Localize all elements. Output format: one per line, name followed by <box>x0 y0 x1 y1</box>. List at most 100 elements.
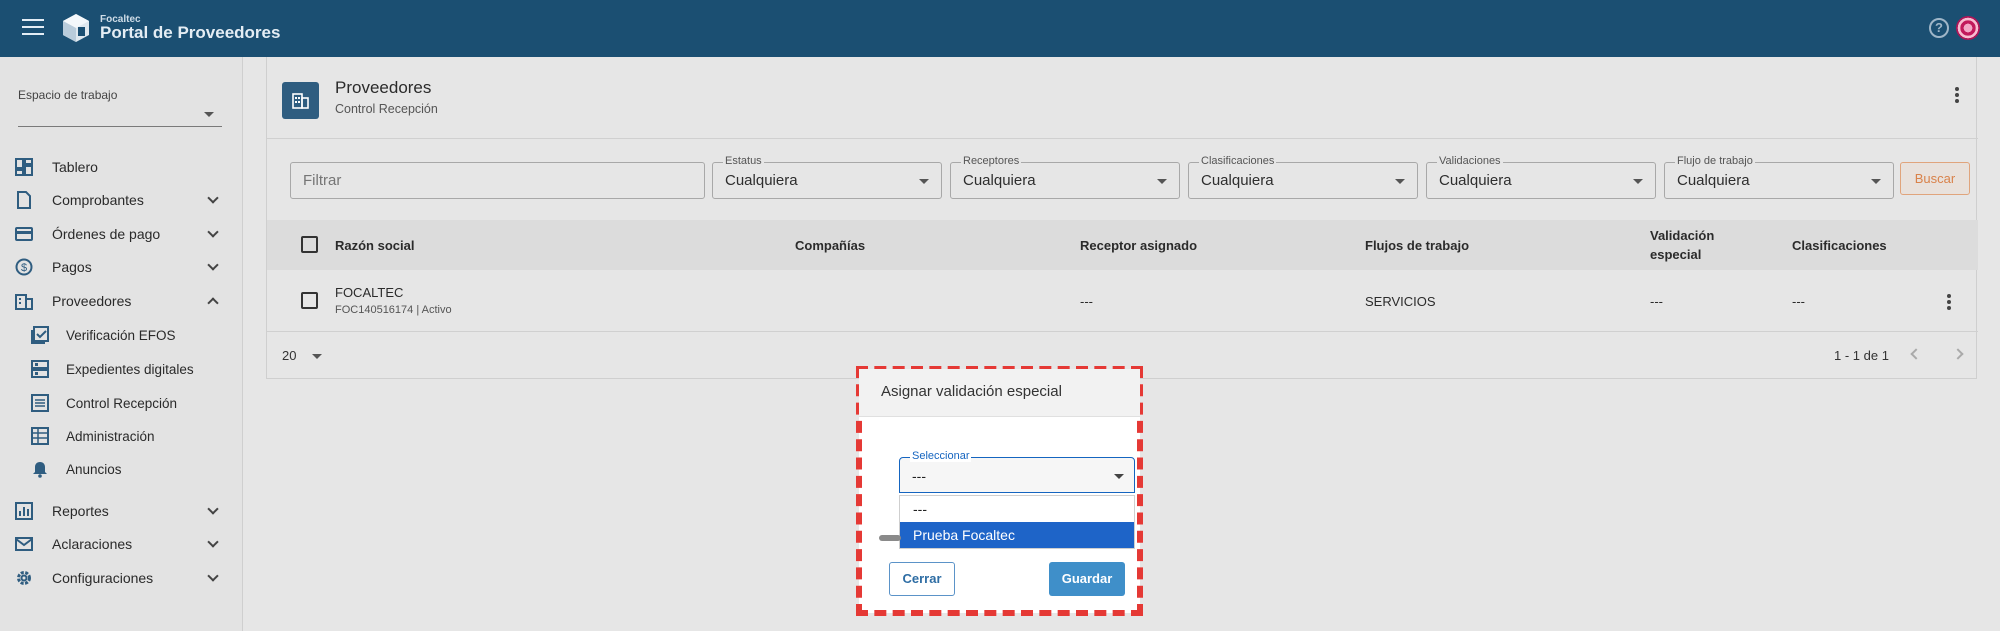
chevron-down-icon <box>207 503 219 515</box>
scrollbar[interactable] <box>879 535 901 541</box>
dropdown-option-selected[interactable]: Prueba Focaltec <box>900 522 1134 548</box>
field-label: Clasificaciones <box>1199 155 1277 167</box>
sidebar-item-pagos[interactable]: $ Pagos <box>0 252 242 282</box>
chevron-down-icon <box>207 226 219 238</box>
app-title: Portal de Proveedores <box>100 23 281 42</box>
chevron-down-icon <box>207 259 219 271</box>
field-label: Validaciones <box>1437 155 1503 167</box>
sidebar-item-administracion[interactable]: Administración <box>0 421 242 451</box>
check-box-icon <box>31 326 49 344</box>
page-size-select[interactable]: 20 <box>282 348 322 363</box>
svg-text:$: $ <box>21 262 27 274</box>
sidebar-item-label: Comprobantes <box>52 192 144 208</box>
sidebar-item-label: Expedientes digitales <box>66 361 194 377</box>
workspace-select[interactable] <box>18 101 222 127</box>
help-icon[interactable]: ? <box>1929 18 1949 38</box>
column-header[interactable]: Flujos de trabajo <box>1365 238 1469 253</box>
sidebar-item-label: Configuraciones <box>52 570 154 586</box>
sidebar-item-label: Anuncios <box>66 461 122 477</box>
building-icon <box>282 82 319 119</box>
sidebar-item-label: Tablero <box>52 159 98 175</box>
chevron-right-icon[interactable] <box>1952 348 1964 360</box>
receptores-select[interactable]: Receptores Cualquiera <box>950 155 1180 199</box>
sidebar-item-verificacion-efos[interactable]: Verificación EFOS <box>0 320 242 350</box>
sidebar-item-label: Control Recepción <box>66 395 178 411</box>
sidebar-item-reportes[interactable]: Reportes <box>0 496 242 526</box>
dashboard-icon <box>15 158 33 176</box>
column-header: especial <box>1650 247 1702 262</box>
filter-input[interactable] <box>290 162 705 199</box>
more-vert-icon[interactable] <box>1955 87 1959 103</box>
sidebar-item-label: Aclaraciones <box>52 536 133 552</box>
page-title: Proveedores <box>335 78 432 97</box>
menu-icon[interactable] <box>22 19 44 37</box>
sidebar-item-label: Administración <box>66 428 155 444</box>
column-header[interactable]: Compañías <box>795 238 865 253</box>
gear-icon <box>17 571 31 585</box>
dialog-header: Asignar validación especial <box>859 369 1140 417</box>
close-button[interactable]: Cerrar <box>889 562 955 596</box>
status-select[interactable]: Estatus Cualquiera <box>712 155 942 199</box>
sidebar-item-configuraciones[interactable]: Configuraciones <box>0 563 242 593</box>
chevron-up-icon <box>207 297 219 309</box>
dialog-title: Asignar validación especial <box>881 383 1062 400</box>
sidebar-item-proveedores[interactable]: Proveedores <box>0 286 242 316</box>
assign-validation-dialog: Asignar validación especial Seleccionar … <box>856 366 1143 616</box>
sidebar-item-aclaraciones[interactable]: Aclaraciones <box>0 529 242 559</box>
building-icon <box>15 294 33 310</box>
sidebar-item-ordenes[interactable]: Órdenes de pago <box>0 219 242 249</box>
row-receiver: --- <box>1080 294 1093 309</box>
avatar[interactable] <box>1956 16 1980 40</box>
field-value: Cualquiera <box>1439 172 1512 189</box>
column-header[interactable]: Clasificaciones <box>1792 238 1887 253</box>
sidebar-item-label: Reportes <box>52 503 109 519</box>
sidebar-item-tablero[interactable]: Tablero <box>0 152 242 182</box>
table-row[interactable]: FOCALTEC FOC140516174 | Activo --- SERVI… <box>267 270 1978 332</box>
field-value: Cualquiera <box>963 172 1036 189</box>
chevron-down-icon <box>207 192 219 204</box>
field-label: Receptores <box>961 155 1022 167</box>
flujo-trabajo-select[interactable]: Flujo de trabajo Cualquiera <box>1664 155 1894 199</box>
row-workflows: SERVICIOS <box>1365 294 1436 309</box>
validaciones-select[interactable]: Validaciones Cualquiera <box>1426 155 1656 199</box>
dropdown-list: --- Prueba Focaltec <box>899 495 1135 549</box>
more-vert-icon[interactable] <box>1947 294 1951 312</box>
chevron-left-icon[interactable] <box>1910 348 1922 360</box>
chart-icon <box>15 502 33 520</box>
row-checkbox[interactable] <box>301 292 318 309</box>
field-label: Seleccionar <box>910 450 972 462</box>
column-header[interactable]: Razón social <box>335 238 414 253</box>
workspace-label: Espacio de trabajo <box>18 88 118 102</box>
caret-down-icon <box>1633 179 1643 184</box>
validation-select[interactable]: Seleccionar --- <box>899 450 1135 493</box>
caret-down-icon <box>1871 179 1881 184</box>
folder-grid-icon <box>31 360 49 378</box>
sidebar-item-comprobantes[interactable]: Comprobantes <box>0 185 242 215</box>
column-header[interactable]: Validación <box>1650 228 1714 243</box>
document-icon <box>17 191 31 209</box>
sidebar-item-anuncios[interactable]: Anuncios <box>0 454 242 484</box>
column-header[interactable]: Receptor asignado <box>1080 238 1197 253</box>
sidebar-item-label: Órdenes de pago <box>52 226 161 242</box>
select-all-checkbox[interactable] <box>301 236 318 253</box>
sidebar-item-label: Verificación EFOS <box>66 327 176 343</box>
dropdown-option[interactable]: --- <box>900 496 1134 522</box>
mail-icon <box>15 537 33 551</box>
field-value: Cualquiera <box>1677 172 1750 189</box>
row-meta: FOC140516174 | Activo <box>335 304 452 316</box>
main-panel: Proveedores Control Recepción Estatus Cu… <box>266 57 1978 379</box>
field-label: Flujo de trabajo <box>1675 155 1755 167</box>
caret-down-icon <box>204 112 214 117</box>
pagination-range: 1 - 1 de 1 <box>1834 348 1889 363</box>
field-value: Cualquiera <box>1201 172 1274 189</box>
caret-down-icon <box>1395 179 1405 184</box>
clasificaciones-select[interactable]: Clasificaciones Cualquiera <box>1188 155 1418 199</box>
row-classifications: --- <box>1792 294 1805 309</box>
sidebar-item-label: Proveedores <box>52 293 132 309</box>
search-button[interactable]: Buscar <box>1900 162 1970 195</box>
sidebar: Espacio de trabajo Tablero Comprobantes … <box>0 57 243 631</box>
credit-card-icon <box>15 227 33 241</box>
sidebar-item-expedientes[interactable]: Expedientes digitales <box>0 354 242 384</box>
save-button[interactable]: Guardar <box>1049 562 1125 596</box>
sidebar-item-control-recepcion[interactable]: Control Recepción <box>0 388 242 418</box>
